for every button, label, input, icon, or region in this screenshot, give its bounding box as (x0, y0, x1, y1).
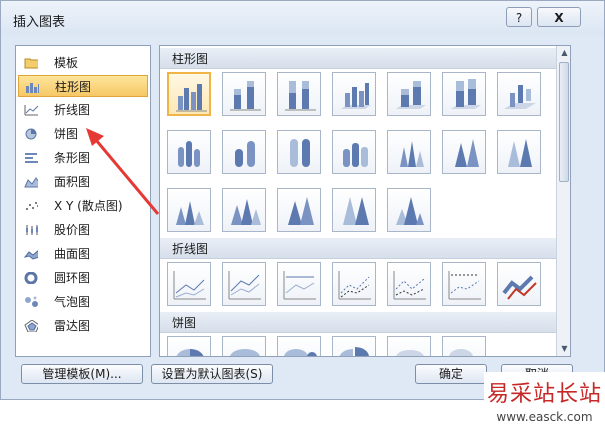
watermark-url: www.easck.com (496, 410, 593, 424)
site-watermark: 易采站长站 www.easck.com (484, 372, 605, 432)
watermark-title: 易采站长站 (486, 382, 602, 407)
annotation-arrow (86, 128, 160, 215)
